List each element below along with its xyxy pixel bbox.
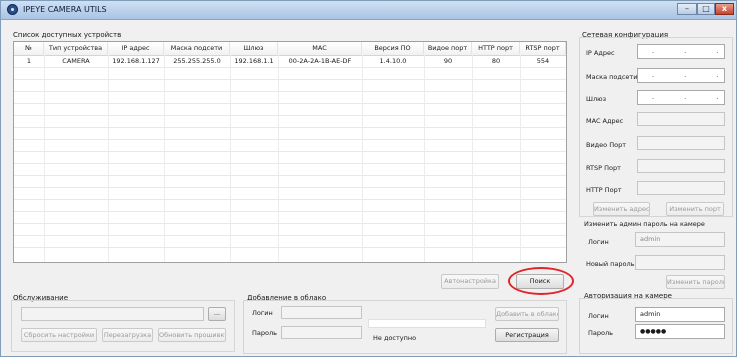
col-header-mask[interactable]: Маска подсети — [164, 42, 230, 54]
new-password-field[interactable] — [635, 255, 725, 270]
col-header-number[interactable]: № — [14, 42, 44, 54]
cloud-status-bar — [368, 319, 486, 328]
rtsp-port-field[interactable] — [637, 159, 725, 173]
col-header-version[interactable]: Версия ПО — [362, 42, 424, 54]
col-header-ip[interactable]: IP адрес — [108, 42, 164, 54]
mac-address-field[interactable] — [637, 112, 725, 126]
new-password-label: Новый пароль — [586, 260, 635, 268]
admin-password-label: Изменить админ пароль на камере — [584, 220, 705, 228]
ip-address-field[interactable]: . . . — [637, 44, 725, 59]
cloud-status-text: Не доступно — [373, 334, 417, 342]
camera-lens-icon — [7, 4, 18, 15]
gateway-field[interactable]: . . . — [637, 90, 725, 105]
grid-line — [362, 55, 363, 262]
table-cell: 00-2A-2A-1B-AE-DF — [288, 57, 352, 65]
rtsp-port-label: RTSP Порт — [586, 164, 621, 172]
table-cell: 80 — [491, 57, 501, 65]
window-title: IPEYE CAMERA UTILS — [23, 5, 107, 14]
change-port-button[interactable]: Изменить порт — [666, 202, 724, 216]
auth-password-label: Пароль — [588, 329, 613, 337]
grid-line — [14, 247, 566, 248]
search-highlight-ring — [508, 267, 574, 295]
mac-address-label: MAC Адрес — [586, 117, 624, 125]
auth-password-field[interactable]: ●●●●● — [635, 324, 725, 339]
admin-login-field[interactable]: admin — [635, 232, 725, 247]
table-cell: CAMERA — [62, 57, 90, 65]
add-to-cloud-button[interactable]: Добавить в облако — [495, 307, 559, 321]
table-cell: 192.168.1.127 — [112, 57, 160, 65]
col-header-http-port[interactable]: HTTP порт — [472, 42, 520, 54]
video-port-field[interactable] — [637, 136, 725, 150]
update-firmware-button[interactable]: Обновить прошивку — [158, 328, 226, 342]
reboot-button[interactable]: Перезагрузка — [102, 328, 153, 342]
grid-line — [14, 163, 566, 164]
grid-line — [14, 187, 566, 188]
http-port-label: HTTP Порт — [586, 186, 622, 194]
table-cell: 1.4.10.0 — [379, 57, 407, 65]
grid-line — [14, 103, 566, 104]
reset-settings-button[interactable]: Сбросить настройки — [21, 328, 97, 342]
col-header-gateway[interactable]: Шлюз — [230, 42, 278, 54]
grid-line — [14, 67, 566, 68]
grid-line — [424, 55, 425, 262]
autoconfig-button[interactable]: Автонастройка — [441, 274, 499, 289]
http-port-field[interactable] — [637, 181, 725, 195]
col-header-rtsp-port[interactable]: RTSP порт — [520, 42, 566, 54]
col-header-video-port[interactable]: Видое порт — [424, 42, 472, 54]
gateway-label: Шлюз — [586, 95, 607, 103]
table-row[interactable]: 1 CAMERA 192.168.1.127 255.255.255.0 192… — [14, 55, 566, 67]
video-port-label: Видео Порт — [586, 141, 626, 149]
table-cell: 192.168.1.1 — [234, 57, 274, 65]
table-cell: 90 — [443, 57, 453, 65]
table-cell: 1 — [26, 57, 32, 65]
minimize-button[interactable]: – — [677, 3, 697, 15]
cloud-password-label: Пароль — [252, 329, 277, 337]
grid-line — [14, 79, 566, 80]
grid-line — [472, 55, 473, 262]
grid-line — [14, 199, 566, 200]
grid-line — [520, 55, 521, 262]
grid-line — [278, 55, 279, 262]
grid-line — [230, 55, 231, 262]
grid-line — [14, 115, 566, 116]
auth-login-label: Логин — [588, 312, 609, 320]
table-cell: 255.255.255.0 — [173, 57, 221, 65]
title-bar[interactable]: IPEYE CAMERA UTILS – □ x — [1, 1, 736, 20]
register-button[interactable]: Регистрация — [495, 328, 559, 342]
grid-line — [14, 91, 566, 92]
grid-line — [164, 55, 165, 262]
grid-line — [14, 151, 566, 152]
cloud-login-field[interactable] — [281, 306, 362, 319]
cloud-login-label: Логин — [252, 309, 273, 317]
col-header-mac[interactable]: MAC — [278, 42, 362, 54]
device-table-header: № Тип устройства IP адрес Маска подсети … — [14, 42, 566, 56]
grid-line — [44, 55, 45, 262]
ip-address-label: IP Адрес — [586, 49, 615, 57]
close-button[interactable]: x — [715, 3, 734, 15]
col-header-device-type[interactable]: Тип устройства — [44, 42, 108, 54]
auth-login-field[interactable]: admin — [635, 307, 725, 322]
subnet-mask-field[interactable]: . . . — [637, 68, 725, 83]
table-cell: 554 — [536, 57, 550, 65]
firmware-file-field[interactable] — [21, 307, 204, 321]
grid-line — [14, 127, 566, 128]
grid-line — [108, 55, 109, 262]
grid-line — [14, 139, 566, 140]
grid-line — [14, 175, 566, 176]
admin-login-label: Логин — [588, 238, 609, 246]
app-window: IPEYE CAMERA UTILS – □ x Список доступны… — [0, 0, 737, 357]
grid-line — [14, 235, 566, 236]
cloud-password-field[interactable] — [281, 326, 362, 339]
grid-line — [14, 223, 566, 224]
grid-line — [14, 211, 566, 212]
browse-button[interactable]: ... — [208, 307, 226, 321]
change-address-button[interactable]: Изменить адрес — [593, 202, 650, 216]
change-password-button[interactable]: Изменить пароль — [666, 275, 725, 289]
device-table[interactable]: № Тип устройства IP адрес Маска подсети … — [13, 41, 567, 263]
maximize-button[interactable]: □ — [697, 3, 715, 15]
device-list-label: Список доступных устройств — [13, 31, 122, 39]
subnet-mask-label: Маска подсети — [586, 73, 638, 81]
